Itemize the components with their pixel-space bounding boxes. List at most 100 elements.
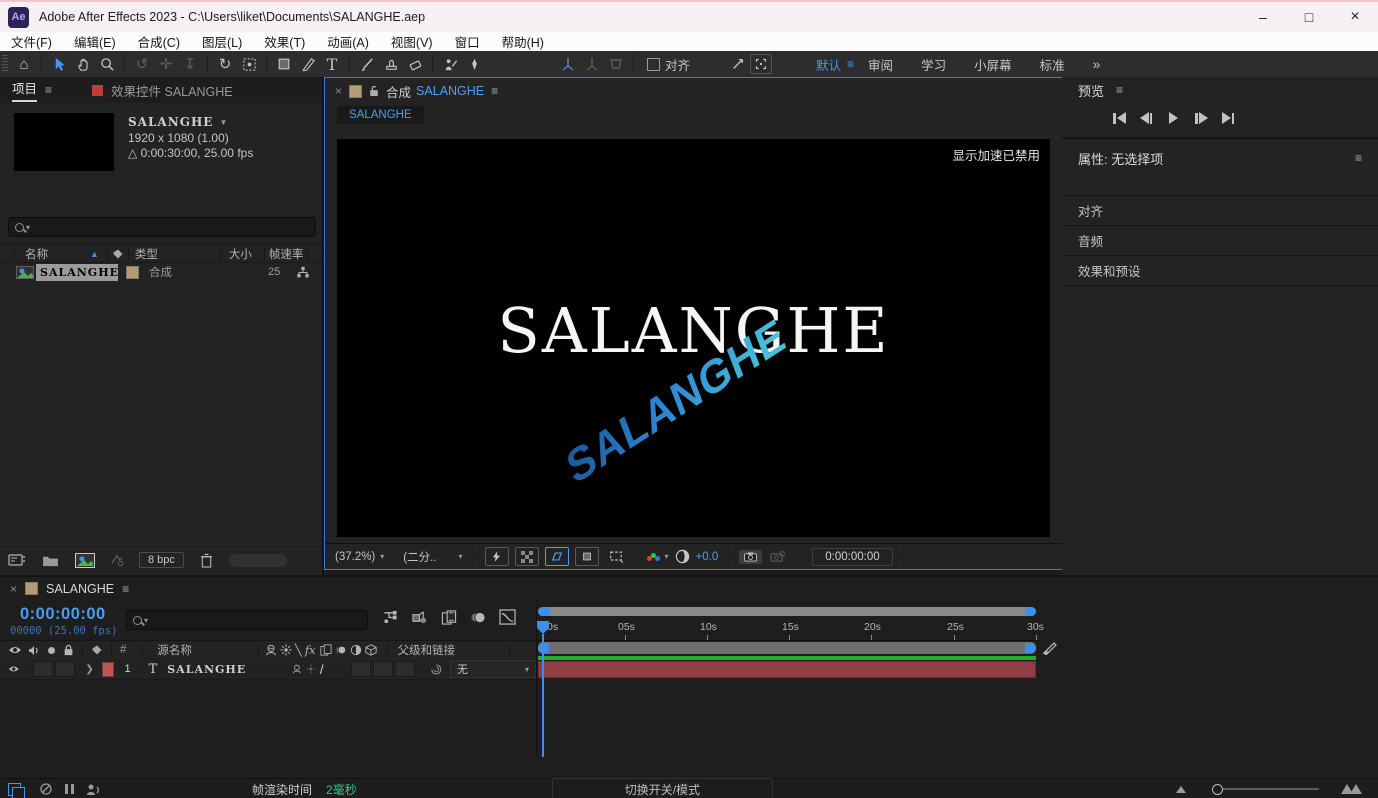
workspace-tab-small-screen[interactable]: 小屏幕 [960, 55, 1026, 74]
timeline-zoom-knob[interactable] [1212, 784, 1223, 795]
composition-mini-flowchart-icon[interactable] [382, 610, 398, 625]
menu-help[interactable]: 帮助(H) [491, 32, 555, 51]
properties-menu-icon[interactable]: ≡ [1355, 151, 1362, 165]
dolly-camera-tool[interactable]: ↧ [178, 53, 202, 75]
source-name-column[interactable]: 源名称 [157, 642, 192, 658]
draft-mode-icon[interactable] [63, 782, 76, 796]
layer-3d-cell[interactable] [395, 661, 415, 677]
project-panel-menu-icon[interactable]: ≡ [45, 83, 52, 97]
zoom-tool[interactable] [95, 53, 119, 75]
puppet-pin-tool[interactable] [462, 53, 486, 75]
adjustment-layer-icon[interactable] [109, 553, 125, 567]
layer-duration-bar[interactable] [538, 661, 1036, 678]
capture-region-icon[interactable] [750, 54, 772, 74]
show-snapshot-icon[interactable] [770, 551, 785, 563]
label-column-icon-tl[interactable] [91, 644, 103, 656]
snap-checkbox[interactable] [647, 58, 660, 71]
live-update-icon[interactable] [39, 782, 53, 796]
graph-editor-icon[interactable] [499, 609, 516, 625]
number-column[interactable]: # [120, 644, 126, 656]
unlock-icon[interactable] [369, 85, 379, 97]
composition-viewport[interactable]: 显示加速已禁用 SALANGHE SALANGHE [337, 139, 1050, 537]
previous-frame-button[interactable] [1140, 112, 1153, 124]
timeline-menu-icon[interactable]: ≡ [122, 582, 129, 596]
workspace-tab-standard[interactable]: 标准 [1026, 55, 1079, 74]
menu-file[interactable]: 文件(F) [0, 32, 63, 51]
shy-column-icon[interactable] [265, 644, 277, 656]
column-type[interactable]: 类型 [135, 246, 158, 262]
layer-expand-chevron[interactable]: ❯ [85, 664, 93, 675]
snapshot-button[interactable] [739, 550, 762, 564]
next-frame-button[interactable] [1195, 112, 1208, 124]
column-size[interactable]: 大小 [229, 246, 252, 262]
layer-collapse-icon[interactable] [306, 663, 316, 675]
comp-button-icon[interactable] [1042, 641, 1058, 656]
audio-mute-icon[interactable] [86, 783, 102, 796]
item-caret-icon[interactable]: ▼ [219, 118, 227, 127]
layer-color-swatch[interactable] [102, 662, 115, 677]
column-name[interactable]: 名称 [25, 246, 48, 262]
brush-tool[interactable] [355, 53, 379, 75]
eraser-tool[interactable] [403, 53, 427, 75]
crop-region-icon[interactable] [605, 548, 627, 565]
frame-blend-column-icon[interactable] [320, 644, 332, 656]
maximize-button[interactable]: □ [1286, 3, 1332, 31]
mask-visibility-icon[interactable] [545, 547, 569, 566]
pick-whip-icon[interactable] [431, 663, 442, 676]
preview-title[interactable]: 预览 [1078, 81, 1104, 100]
audio-column-icon[interactable] [28, 645, 40, 656]
hand-tool[interactable] [71, 53, 95, 75]
world-axis-mode-icon[interactable] [580, 53, 604, 75]
menu-layer[interactable]: 图层(L) [191, 32, 253, 51]
project-row-salanghe[interactable]: SALANGHE 合成 25 [0, 262, 322, 282]
trash-icon[interactable] [200, 553, 213, 568]
collapse-column-icon[interactable] [280, 644, 292, 656]
local-axis-mode-icon[interactable] [556, 53, 580, 75]
work-area-end-handle[interactable] [1025, 643, 1036, 653]
comp-tab-name[interactable]: SALANGHE [416, 84, 484, 98]
work-area-bar[interactable] [538, 642, 1036, 654]
zoom-level-select[interactable]: (37.2%) [335, 551, 375, 563]
scrollbar-left-cap[interactable] [538, 607, 549, 616]
pen-tool[interactable] [296, 53, 320, 75]
menu-effect[interactable]: 效果(T) [253, 32, 316, 51]
new-folder-icon[interactable] [42, 554, 59, 567]
panel-grip[interactable] [2, 55, 8, 73]
preview-menu-icon[interactable]: ≡ [1116, 83, 1123, 97]
playhead-line[interactable] [542, 634, 544, 757]
layer-audio-cell[interactable] [33, 661, 53, 677]
play-button[interactable] [1169, 112, 1178, 124]
channel-select-icon[interactable] [647, 553, 660, 561]
menu-edit[interactable]: 编辑(E) [63, 32, 127, 51]
orbit-camera-tool[interactable]: ↺ [130, 53, 154, 75]
close-button[interactable]: × [1332, 3, 1378, 31]
timeline-timecode[interactable]: 0:00:00:00 [20, 605, 106, 624]
last-frame-button[interactable] [1222, 112, 1235, 124]
project-row-name[interactable]: SALANGHE [36, 264, 118, 281]
exposure-value[interactable]: +0.0 [696, 551, 719, 563]
timeline-tab-name[interactable]: SALANGHE [46, 582, 114, 596]
tab-project[interactable]: 项目 [12, 78, 37, 102]
playhead-handle[interactable] [536, 620, 550, 635]
menu-view[interactable]: 视图(V) [380, 32, 444, 51]
pan-behind-tool[interactable] [237, 53, 261, 75]
viewer-subtab[interactable]: SALANGHE [337, 106, 424, 124]
zoom-out-mountain-icon[interactable] [1176, 786, 1186, 793]
label-column-icon[interactable] [112, 248, 124, 260]
layer-visibility-icon[interactable] [8, 664, 19, 674]
motion-blur-column-icon[interactable] [335, 644, 347, 656]
layer-shy-icon[interactable] [292, 663, 302, 675]
color-depth-button[interactable]: 8 bpc [139, 552, 184, 568]
roto-brush-tool[interactable] [438, 53, 462, 75]
section-effects-presets[interactable]: 效果和预设 [1062, 255, 1378, 286]
parent-link-column[interactable]: 父级和链接 [398, 642, 456, 658]
label-color-swatch[interactable] [126, 266, 139, 279]
menu-animation[interactable]: 动画(A) [316, 32, 380, 51]
type-tool[interactable]: T [320, 53, 344, 75]
toggle-switches-button[interactable]: 切换开关/模式 [552, 778, 773, 798]
menu-composition[interactable]: 合成(C) [127, 32, 191, 51]
section-align[interactable]: 对齐 [1062, 195, 1378, 225]
scrollbar-right-cap[interactable] [1025, 607, 1036, 616]
snap-toggle[interactable]: 对齐 [647, 55, 690, 74]
timeline-search-input[interactable]: ▾ [126, 610, 368, 630]
